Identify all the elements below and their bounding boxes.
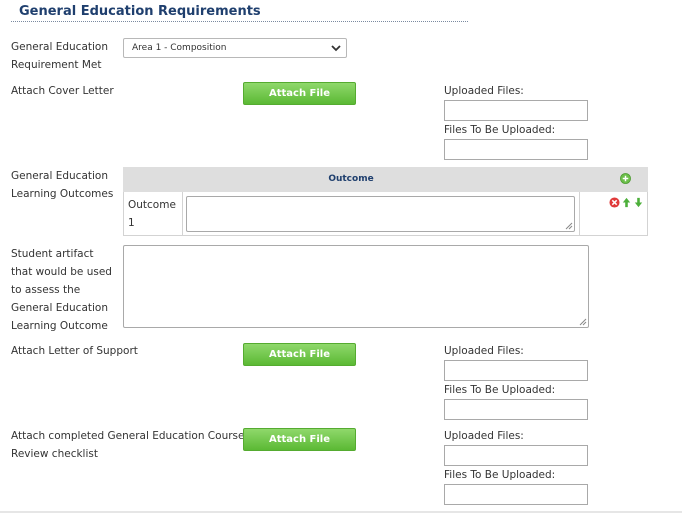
artifact-textarea[interactable] xyxy=(123,245,589,328)
artifact-label-line1: Student artifact xyxy=(11,248,94,260)
outcome-1-textarea[interactable] xyxy=(186,196,575,232)
section-title: General Education Requirements xyxy=(19,4,261,19)
arrow-down-icon[interactable] xyxy=(633,197,644,208)
support-letter-to-upload-label: Files To Be Uploaded: xyxy=(444,384,556,396)
gen-ed-met-selected-value: Area 1 - Composition xyxy=(132,43,227,53)
checklist-uploaded-label: Uploaded Files: xyxy=(444,430,524,442)
outcome-column-header: Outcome xyxy=(328,174,374,184)
support-letter-label: Attach Letter of Support xyxy=(11,345,138,357)
checklist-to-upload-box xyxy=(444,484,588,505)
checklist-to-upload-label: Files To Be Uploaded: xyxy=(444,469,556,481)
artifact-label-line2: that would be used xyxy=(11,266,112,278)
artifact-label-line3: to assess the xyxy=(11,284,81,296)
cover-letter-to-upload-box xyxy=(444,139,588,160)
attach-support-letter-button[interactable]: Attach File xyxy=(243,343,356,366)
checklist-label-line1: Attach completed General Education Cours… xyxy=(11,430,245,442)
gen-ed-met-label: General Education Requirement Met xyxy=(11,38,108,74)
cover-letter-to-upload-label: Files To Be Uploaded: xyxy=(444,124,556,136)
cover-letter-label: Attach Cover Letter xyxy=(11,85,114,97)
bottom-divider xyxy=(0,511,682,513)
checklist-label: Attach completed General Education Cours… xyxy=(11,427,244,463)
artifact-label-line5: Learning Outcome xyxy=(11,320,108,332)
checklist-label-line2: Review checklist xyxy=(11,448,98,460)
chevron-down-icon xyxy=(331,45,341,52)
plus-circle-icon[interactable] xyxy=(620,173,631,184)
outcome-row-label: Outcome 1 xyxy=(128,196,183,232)
outcome-row-divider-right xyxy=(579,192,580,236)
cover-letter-uploaded-label: Uploaded Files: xyxy=(444,85,524,97)
x-circle-icon[interactable] xyxy=(609,197,620,208)
attach-checklist-button[interactable]: Attach File xyxy=(243,428,356,451)
resize-grip-icon[interactable] xyxy=(578,317,587,326)
support-letter-uploaded-box xyxy=(444,360,588,381)
outcome-row-label-line1: Outcome xyxy=(128,199,176,211)
outcome-row-label-line2: 1 xyxy=(128,217,135,229)
artifact-label: Student artifact that would be used to a… xyxy=(11,245,112,335)
outcomes-label-line2: Learning Outcomes xyxy=(11,188,114,200)
outcomes-label: General Education Learning Outcomes xyxy=(11,167,113,203)
checklist-uploaded-box xyxy=(444,445,588,466)
gen-ed-met-label-line2: Requirement Met xyxy=(11,59,102,71)
cover-letter-uploaded-box xyxy=(444,100,588,121)
resize-grip-icon[interactable] xyxy=(564,221,573,230)
gen-ed-met-label-line1: General Education xyxy=(11,41,108,53)
attach-cover-letter-button[interactable]: Attach File xyxy=(243,82,356,105)
title-divider xyxy=(11,21,468,22)
outcomes-table: Outcome Outcome 1 xyxy=(123,167,648,236)
gen-ed-met-select[interactable]: Area 1 - Composition xyxy=(123,38,347,58)
artifact-label-line4: General Education xyxy=(11,302,108,314)
outcomes-label-line1: General Education xyxy=(11,170,108,182)
support-letter-uploaded-label: Uploaded Files: xyxy=(444,345,524,357)
support-letter-to-upload-box xyxy=(444,399,588,420)
arrow-up-icon[interactable] xyxy=(621,197,632,208)
